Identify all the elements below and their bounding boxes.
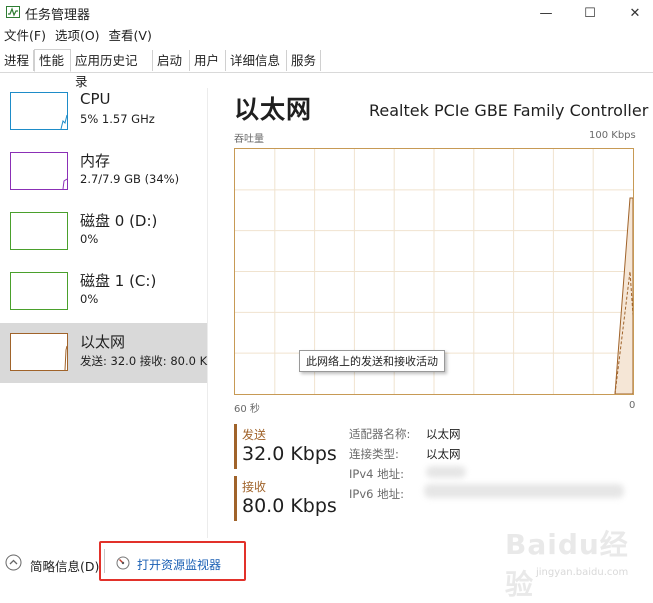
tab-strip: 进程 性能 应用历史记录 启动 用户 详细信息 服务 (0, 49, 653, 89)
graph-tooltip: 此网络上的发送和接收活动 (299, 350, 445, 372)
tab-services[interactable]: 服务 (287, 50, 321, 71)
memory-mini-graph (62, 178, 67, 189)
watermark-text: Baidu经验 (505, 528, 629, 601)
fewer-details-link[interactable]: 简略信息(D) (30, 556, 99, 575)
window-title: 任务管理器 (25, 8, 91, 23)
ethernet-thumbnail (10, 333, 68, 371)
resource-name: 磁盘 1 (C:) (80, 272, 157, 290)
tab-startup[interactable]: 启动 (153, 50, 190, 71)
send-indicator (234, 424, 237, 469)
resource-value: 0% (80, 292, 99, 306)
resource-monitor-icon (116, 556, 130, 570)
send-label: 发送 (242, 428, 267, 442)
tab-details[interactable]: 详细信息 (226, 50, 287, 71)
graph-label-throughput: 吞吐量 (234, 134, 264, 145)
tab-app-history[interactable]: 应用历史记录 (71, 50, 153, 89)
menu-file[interactable]: 文件(F) (0, 27, 51, 45)
memory-thumbnail (10, 152, 68, 190)
title-bar: 任务管理器 — ☐ ✕ (0, 0, 653, 26)
collapse-up-icon[interactable] (5, 554, 22, 571)
close-button[interactable]: ✕ (612, 0, 653, 26)
axis-label-end: 0 (629, 400, 636, 411)
adapter-name-key: 适配器名称: (349, 427, 411, 441)
adapter-name-value: 以太网 (426, 427, 461, 441)
tab-performance[interactable]: 性能 (34, 49, 71, 72)
open-resource-monitor-link[interactable]: 打开资源监视器 (137, 556, 221, 573)
receive-label: 接收 (242, 480, 267, 494)
detail-title: 以太网 (234, 95, 313, 124)
watermark-url: jingyan.baidu.com (536, 567, 629, 578)
task-manager-icon (6, 6, 20, 18)
cpu-thumbnail (10, 92, 68, 130)
disk0-thumbnail (10, 212, 68, 250)
resource-name: 内存 (80, 152, 111, 170)
resource-disk-0[interactable]: 磁盘 0 (D:) 0% (0, 208, 207, 266)
connection-type-key: 连接类型: (349, 447, 399, 461)
ipv4-key: IPv4 地址: (349, 467, 404, 481)
watermark-logo: Baidu经验 (505, 523, 653, 603)
menu-view[interactable]: 查看(V) (105, 27, 157, 45)
resource-value: 2.7/7.9 GB (34%) (80, 172, 180, 186)
tab-processes[interactable]: 进程 (0, 50, 34, 71)
ipv6-redacted (424, 484, 624, 498)
menu-options[interactable]: 选项(O) (51, 27, 105, 45)
resource-cpu[interactable]: CPU 5% 1.57 GHz (0, 88, 207, 146)
ipv6-key: IPv6 地址: (349, 487, 404, 501)
resource-value: 发送: 32.0 接收: 80.0 K (80, 354, 208, 368)
resource-name: 以太网 (80, 333, 126, 351)
resource-value: 5% 1.57 GHz (80, 112, 155, 126)
receive-value: 80.0 Kbps (242, 495, 337, 517)
axis-label-start: 60 秒 (234, 404, 260, 415)
adapter-model: Realtek PCIe GBE Family Controller (369, 101, 649, 120)
tab-users[interactable]: 用户 (190, 50, 226, 71)
resource-value: 0% (80, 232, 99, 246)
resource-memory[interactable]: 内存 2.7/7.9 GB (34%) (0, 148, 207, 206)
disk1-thumbnail (10, 272, 68, 310)
menu-bar: 文件(F) 选项(O) 查看(V) (0, 27, 157, 45)
connection-type-value: 以太网 (426, 447, 461, 461)
resource-ethernet[interactable]: 以太网 发送: 32.0 接收: 80.0 K (0, 323, 207, 383)
minimize-button[interactable]: — (523, 0, 569, 26)
ethernet-mini-graph (64, 345, 67, 370)
cpu-mini-graph (60, 114, 67, 129)
maximize-button[interactable]: ☐ (567, 0, 613, 26)
ipv4-redacted (426, 466, 466, 478)
send-value: 32.0 Kbps (242, 443, 337, 465)
panel-divider (207, 88, 208, 538)
graph-label-max: 100 Kbps (589, 130, 636, 141)
receive-indicator (234, 476, 237, 521)
resource-disk-1[interactable]: 磁盘 1 (C:) 0% (0, 268, 207, 326)
receive-area (614, 197, 633, 394)
resource-name: CPU (80, 90, 111, 108)
resource-name: 磁盘 0 (D:) (80, 212, 158, 230)
